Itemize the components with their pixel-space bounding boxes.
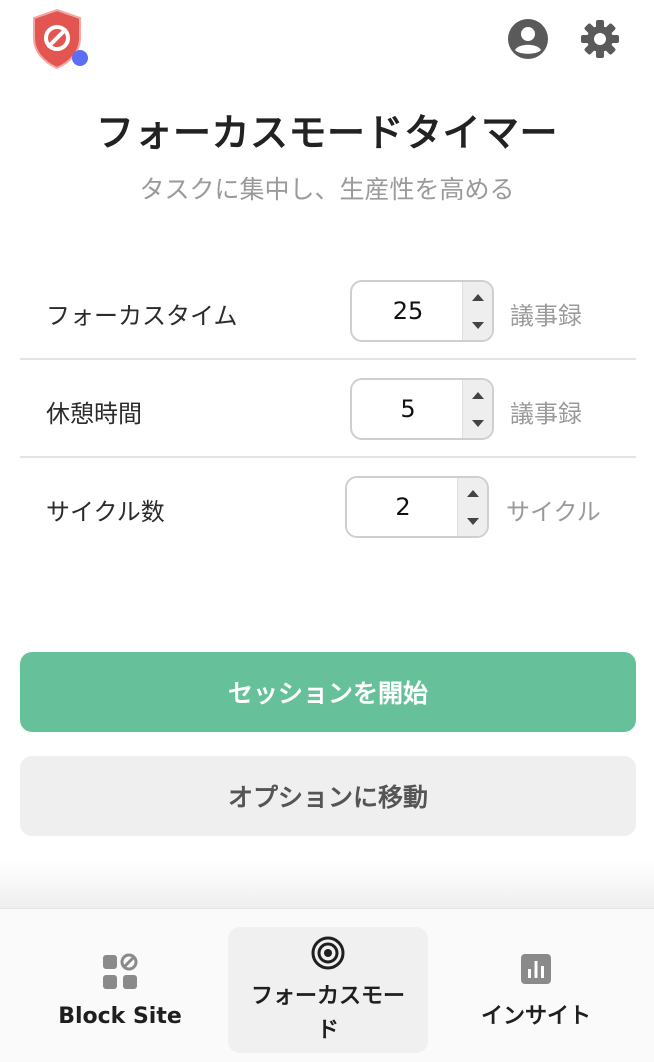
chevron-up-icon[interactable] (463, 380, 492, 409)
top-bar (0, 0, 654, 80)
nav-item-block-site[interactable]: Block Site (20, 927, 220, 1053)
nav-label-insights: インサイト (480, 1004, 591, 1029)
break-time-value[interactable]: 5 (352, 380, 464, 438)
focus-time-stepper[interactable]: 25 (350, 280, 494, 342)
cycles-row: サイクル数 2 サイクル (20, 458, 636, 556)
gear-icon[interactable] (576, 15, 624, 63)
nav-label-focus-mode-line1: フォーカスモー (250, 984, 405, 1009)
target-icon (228, 935, 428, 971)
nav-shadow (0, 860, 654, 910)
break-time-unit: 議事録 (510, 400, 582, 428)
focus-time-unit: 議事録 (510, 302, 582, 330)
break-time-label: 休憩時間 (46, 400, 142, 428)
cycles-label: サイクル数 (46, 498, 165, 526)
go-to-options-button[interactable]: オプションに移動 (20, 756, 636, 836)
focus-time-label: フォーカスタイム (46, 302, 238, 330)
chevron-up-icon[interactable] (463, 282, 492, 311)
stepper-buttons (462, 380, 492, 438)
focus-mode-popup: フォーカスモードタイマー タスクに集中し、生産性を高める フォーカスタイム 25… (0, 0, 654, 1062)
stepper-buttons (462, 282, 492, 340)
bar-chart-icon (436, 953, 636, 985)
blocked-shield-icon (24, 6, 92, 70)
page-title: フォーカスモードタイマー (95, 111, 558, 155)
break-time-row: 休憩時間 5 議事録 (20, 360, 636, 458)
cycles-unit: サイクル (506, 498, 601, 526)
nav-label-focus-mode-line2: ド (316, 1018, 339, 1043)
status-dot (72, 50, 88, 66)
chevron-down-icon[interactable] (458, 507, 487, 536)
stepper-buttons (457, 478, 487, 536)
chevron-down-icon[interactable] (463, 409, 492, 438)
timer-settings: フォーカスタイム 25 議事録 休憩時間 5 議事録 サイクル数 2 サイクル (20, 262, 636, 556)
start-session-button[interactable]: セッションを開始 (20, 652, 636, 732)
cycles-stepper[interactable]: 2 (345, 476, 489, 538)
account-circle-icon[interactable] (504, 15, 552, 63)
chevron-up-icon[interactable] (458, 478, 487, 507)
nav-item-focus-mode[interactable]: フォーカスモー ド (228, 927, 428, 1053)
cycles-value[interactable]: 2 (347, 478, 459, 536)
focus-time-value[interactable]: 25 (352, 282, 464, 340)
page-subtitle: タスクに集中し、生産性を高める (139, 175, 515, 204)
bottom-nav: Block Site フォーカスモー ド インサイト (0, 908, 654, 1062)
break-time-stepper[interactable]: 5 (350, 378, 494, 440)
apps-block-icon (20, 953, 220, 991)
chevron-down-icon[interactable] (463, 311, 492, 340)
nav-item-insights[interactable]: インサイト (436, 927, 636, 1053)
focus-time-row: フォーカスタイム 25 議事録 (20, 262, 636, 360)
nav-label-block-site: Block Site (58, 1004, 182, 1029)
